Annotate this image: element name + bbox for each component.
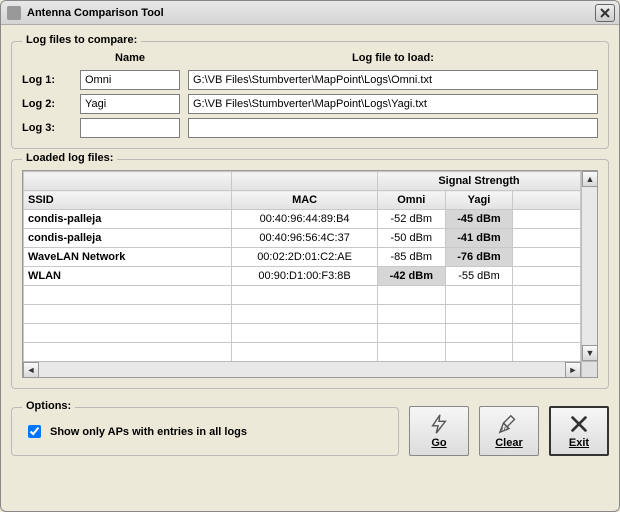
log2-name-input[interactable] <box>80 94 180 114</box>
scroll-track-h[interactable] <box>39 362 565 377</box>
table-row-empty <box>24 324 581 343</box>
log1-name-input[interactable] <box>80 70 180 90</box>
close-button[interactable] <box>595 4 615 22</box>
table-row-empty <box>24 305 581 324</box>
options-group: Options: Show only APs with entries in a… <box>11 407 399 456</box>
table-row[interactable]: condis-palleja00:40:96:56:4C:37-50 dBm-4… <box>24 229 581 248</box>
cell-yagi: -45 dBm <box>445 210 513 229</box>
th-yagi[interactable]: Yagi <box>445 191 513 210</box>
cell-ssid: WaveLAN Network <box>24 248 232 267</box>
th-blank-mac[interactable] <box>232 172 378 191</box>
broom-icon <box>498 413 520 435</box>
app-icon <box>7 6 21 20</box>
cell-yagi: -76 dBm <box>445 248 513 267</box>
log3-file-input[interactable] <box>188 118 598 138</box>
cell-ssid: condis-palleja <box>24 229 232 248</box>
show-only-label: Show only APs with entries in all logs <box>50 426 247 438</box>
th-omni[interactable]: Omni <box>377 191 445 210</box>
window-title: Antenna Comparison Tool <box>27 7 595 19</box>
go-button-label: Go <box>431 437 446 449</box>
log1-file-input[interactable] <box>188 70 598 90</box>
log-files-group: Log files to compare: Name Log file to l… <box>11 41 609 149</box>
cell-omni: -52 dBm <box>377 210 445 229</box>
app-window: Antenna Comparison Tool Log files to com… <box>0 0 620 512</box>
th-extra[interactable] <box>513 191 581 210</box>
th-ssid[interactable]: SSID <box>24 191 232 210</box>
go-button[interactable]: Go <box>409 406 469 456</box>
scroll-left-button[interactable]: ◄ <box>23 362 39 378</box>
scroll-corner <box>581 361 597 377</box>
cell-mac: 00:40:96:44:89:B4 <box>232 210 378 229</box>
show-only-checkbox-row[interactable]: Show only APs with entries in all logs <box>22 418 388 445</box>
table-row[interactable]: condis-palleja00:40:96:44:89:B4-52 dBm-4… <box>24 210 581 229</box>
table-row-empty <box>24 343 581 362</box>
cell-mac: 00:90:D1:00:F3:8B <box>232 267 378 286</box>
cell-ssid: condis-palleja <box>24 210 232 229</box>
col-header-name: Name <box>80 52 180 64</box>
results-table: Signal Strength SSID MAC Omni Yagi condi… <box>23 171 581 361</box>
th-signal-strength[interactable]: Signal Strength <box>377 172 580 191</box>
table-body: condis-palleja00:40:96:44:89:B4-52 dBm-4… <box>24 210 581 362</box>
col-header-file: Log file to load: <box>188 52 598 64</box>
log-files-legend: Log files to compare: <box>22 34 141 46</box>
log1-label: Log 1: <box>22 74 72 86</box>
exit-button[interactable]: Exit <box>549 406 609 456</box>
close-icon <box>600 8 610 18</box>
log2-file-input[interactable] <box>188 94 598 114</box>
exit-button-label: Exit <box>569 437 589 449</box>
cell-extra <box>513 229 581 248</box>
log2-label: Log 2: <box>22 98 72 110</box>
th-mac[interactable]: MAC <box>232 191 378 210</box>
exit-icon <box>568 413 590 435</box>
scroll-down-button[interactable]: ▼ <box>582 345 598 361</box>
cell-omni: -42 dBm <box>377 267 445 286</box>
cell-omni: -50 dBm <box>377 229 445 248</box>
cell-yagi: -55 dBm <box>445 267 513 286</box>
window-content: Log files to compare: Name Log file to l… <box>1 25 619 466</box>
loaded-logs-group: Loaded log files: Signal Strength <box>11 159 609 389</box>
cell-mac: 00:02:2D:01:C2:AE <box>232 248 378 267</box>
th-blank-ssid[interactable] <box>24 172 232 191</box>
scrollbar-horizontal[interactable]: ◄ ► <box>23 361 581 377</box>
cell-extra <box>513 267 581 286</box>
scroll-up-button[interactable]: ▲ <box>582 171 598 187</box>
results-table-container: Signal Strength SSID MAC Omni Yagi condi… <box>22 170 598 378</box>
lightning-icon <box>428 413 450 435</box>
show-only-checkbox[interactable] <box>28 425 41 438</box>
options-legend: Options: <box>22 400 75 412</box>
cell-extra <box>513 210 581 229</box>
scrollbar-vertical[interactable]: ▲ ▼ <box>581 171 597 361</box>
table-row-empty <box>24 286 581 305</box>
cell-mac: 00:40:96:56:4C:37 <box>232 229 378 248</box>
cell-omni: -85 dBm <box>377 248 445 267</box>
clear-button[interactable]: Clear <box>479 406 539 456</box>
loaded-logs-legend: Loaded log files: <box>22 152 117 164</box>
cell-extra <box>513 248 581 267</box>
log3-label: Log 3: <box>22 122 72 134</box>
clear-button-label: Clear <box>495 437 523 449</box>
cell-ssid: WLAN <box>24 267 232 286</box>
log3-name-input[interactable] <box>80 118 180 138</box>
scroll-track-v[interactable] <box>582 187 597 345</box>
cell-yagi: -41 dBm <box>445 229 513 248</box>
table-row[interactable]: WaveLAN Network00:02:2D:01:C2:AE-85 dBm-… <box>24 248 581 267</box>
scroll-right-button[interactable]: ► <box>565 362 581 378</box>
table-row[interactable]: WLAN00:90:D1:00:F3:8B-42 dBm-55 dBm <box>24 267 581 286</box>
titlebar: Antenna Comparison Tool <box>1 1 619 25</box>
